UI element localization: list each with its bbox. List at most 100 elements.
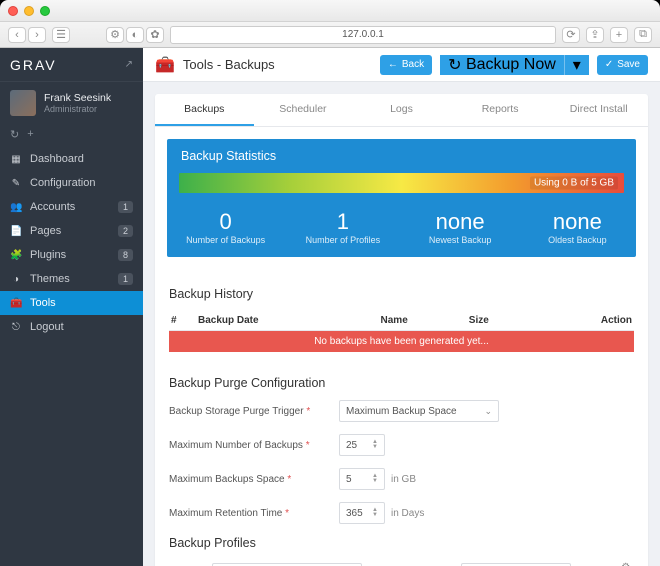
browser-forward-icon[interactable]: › <box>28 27 46 43</box>
sidebar-quick-actions: ↻ + <box>0 124 143 147</box>
stat-label: Number of Backups <box>167 235 284 245</box>
brand: GRAV ↗ <box>0 48 143 82</box>
page-title: Tools - Backups <box>183 57 372 72</box>
table-header-row: #Backup DateNameSizeAction <box>169 311 634 331</box>
tab-logs[interactable]: Logs <box>352 94 451 126</box>
unit-label: in GB <box>391 474 416 485</box>
sidebar-item-configuration[interactable]: ✎Configuration <box>0 171 143 195</box>
reload-icon[interactable]: ⟳ <box>562 27 580 43</box>
col-action: Action <box>535 311 634 331</box>
spinner-icon[interactable]: ▲▼ <box>372 440 378 450</box>
max-space-input[interactable]: 5 ▲▼ <box>339 468 385 490</box>
refresh-icon[interactable]: ↻ <box>10 128 19 141</box>
stat-label: Newest Backup <box>402 235 519 245</box>
sidebar: GRAV ↗ Frank Seesink Administrator ↻ + ▦… <box>0 48 143 566</box>
purge-config-title: Backup Purge Configuration <box>169 376 634 390</box>
nav-badge: 2 <box>118 225 133 237</box>
toolbox-icon: 🧰 <box>155 55 175 75</box>
backup-statistics-panel: Backup Statistics Using 0 B of 5 GB 0Num… <box>167 139 636 257</box>
user-block[interactable]: Frank Seesink Administrator <box>0 82 143 124</box>
tabs-icon[interactable]: ⧉ <box>634 27 652 43</box>
form-row-max-space: Maximum Backups Space * 5 ▲▼ in GB <box>169 468 634 490</box>
spinner-icon[interactable]: ▲▼ <box>372 508 378 518</box>
browser-extensions: ⚙ ◐ ✿ <box>106 27 164 43</box>
sidebar-item-pages[interactable]: 📄 Pages2 <box>0 219 143 243</box>
chevron-down-icon[interactable]: ▾ <box>564 55 589 75</box>
page-header: 🧰 Tools - Backups ← Back ↻ Backup Now ▾ … <box>143 48 660 82</box>
window-close-icon[interactable] <box>8 6 18 16</box>
user-name: Frank Seesink <box>44 92 111 104</box>
max-number-input[interactable]: 25 ▲▼ <box>339 434 385 456</box>
sidebar-item-plugins[interactable]: 🧩Plugins8 <box>0 243 143 267</box>
sidebar-item-accounts[interactable]: 👥 Accounts1 <box>0 195 143 219</box>
sync-icon: ↻ <box>448 55 461 75</box>
back-button[interactable]: ← Back <box>380 55 432 75</box>
ext-icon[interactable]: ◐ <box>126 27 144 43</box>
browser-toolbar: ‹ › ☰ ⚙ ◐ ✿ 127.0.0.1 ⟳ ⇪ + ⧉ <box>0 22 660 48</box>
chevron-down-icon: ⌄ <box>484 406 492 417</box>
sidebar-item-logout[interactable]: ⎋Logout <box>0 315 143 339</box>
col-backup-date: Backup Date <box>196 311 379 331</box>
backup-now-button[interactable]: ↻ Backup Now ▾ <box>440 55 589 75</box>
nav-icon: 📄 <box>10 226 22 237</box>
tab-scheduler[interactable]: Scheduler <box>254 94 353 126</box>
nav-label: Accounts <box>30 201 118 213</box>
nav-label: Tools <box>30 297 133 309</box>
sidebar-item-tools[interactable]: 🧰Tools <box>0 291 143 315</box>
stat-oldest-backup: noneOldest Backup <box>519 209 636 245</box>
save-button[interactable]: ✓ Save <box>597 55 648 75</box>
nav-icon: ▦ <box>10 154 22 165</box>
tabs: BackupsSchedulerLogsReportsDirect Instal… <box>155 94 648 127</box>
macos-titlebar <box>0 0 660 22</box>
purge-trigger-select[interactable]: Maximum Backup Space ⌄ <box>339 400 499 422</box>
browser-url-bar[interactable]: 127.0.0.1 <box>170 26 556 44</box>
stat-value: 0 <box>167 209 284 235</box>
sidebar-item-themes[interactable]: ◑Themes1 <box>0 267 143 291</box>
nav-icon: 👥 <box>10 202 22 213</box>
tab-reports[interactable]: Reports <box>451 94 550 126</box>
settings-icon[interactable]: ⚙ <box>621 562 634 566</box>
nav-icon: ⎋ <box>10 322 22 333</box>
nav-label: Configuration <box>30 177 133 189</box>
window-minimize-icon[interactable] <box>24 6 34 16</box>
empty-row: No backups have been generated yet... <box>169 331 634 353</box>
stat-newest-backup: noneNewest Backup <box>402 209 519 245</box>
nav-badge: 1 <box>118 201 133 213</box>
tab-backups[interactable]: Backups <box>155 94 254 126</box>
external-link-icon[interactable]: ↗ <box>125 59 133 70</box>
browser-sidebar-icon[interactable]: ☰ <box>52 27 70 43</box>
avatar <box>10 90 36 116</box>
unit-label: in Days <box>391 508 424 519</box>
nav-label: Dashboard <box>30 153 133 165</box>
newtab-icon[interactable]: + <box>610 27 628 43</box>
nav-label: Pages <box>30 225 118 237</box>
stat-number-of-backups: 0Number of Backups <box>167 209 284 245</box>
form-row-retention: Maximum Retention Time * 365 ▲▼ in Days <box>169 502 634 524</box>
ext-icon[interactable]: ⚙ <box>106 27 124 43</box>
plus-icon[interactable]: + <box>27 128 33 141</box>
browser-url: 127.0.0.1 <box>342 29 384 40</box>
ext-icon[interactable]: ✿ <box>146 27 164 43</box>
col-name: Name <box>379 311 467 331</box>
nav-icon: ◑ <box>10 274 22 285</box>
share-icon[interactable]: ⇪ <box>586 27 604 43</box>
sidebar-item-dashboard[interactable]: ▦ Dashboard <box>0 147 143 171</box>
stat-label: Number of Profiles <box>284 235 401 245</box>
tab-direct-install[interactable]: Direct Install <box>549 94 648 126</box>
window-zoom-icon[interactable] <box>40 6 50 16</box>
stat-value: none <box>519 209 636 235</box>
col-index: # <box>169 311 196 331</box>
stat-value: 1 <box>284 209 401 235</box>
retention-input[interactable]: 365 ▲▼ <box>339 502 385 524</box>
usage-label: Using 0 B of 5 GB <box>530 177 618 190</box>
check-icon: ✓ <box>605 59 613 70</box>
user-role: Administrator <box>44 104 111 114</box>
nav-badge: 8 <box>118 249 133 261</box>
nav-badge: 1 <box>118 273 133 285</box>
spinner-icon[interactable]: ▲▼ <box>372 474 378 484</box>
browser-back-icon[interactable]: ‹ <box>8 27 26 43</box>
nav-label: Plugins <box>30 249 118 261</box>
brand-logo[interactable]: GRAV <box>10 57 57 73</box>
back-arrow-icon: ← <box>388 59 398 70</box>
form-row-trigger: Backup Storage Purge Trigger * Maximum B… <box>169 400 634 422</box>
